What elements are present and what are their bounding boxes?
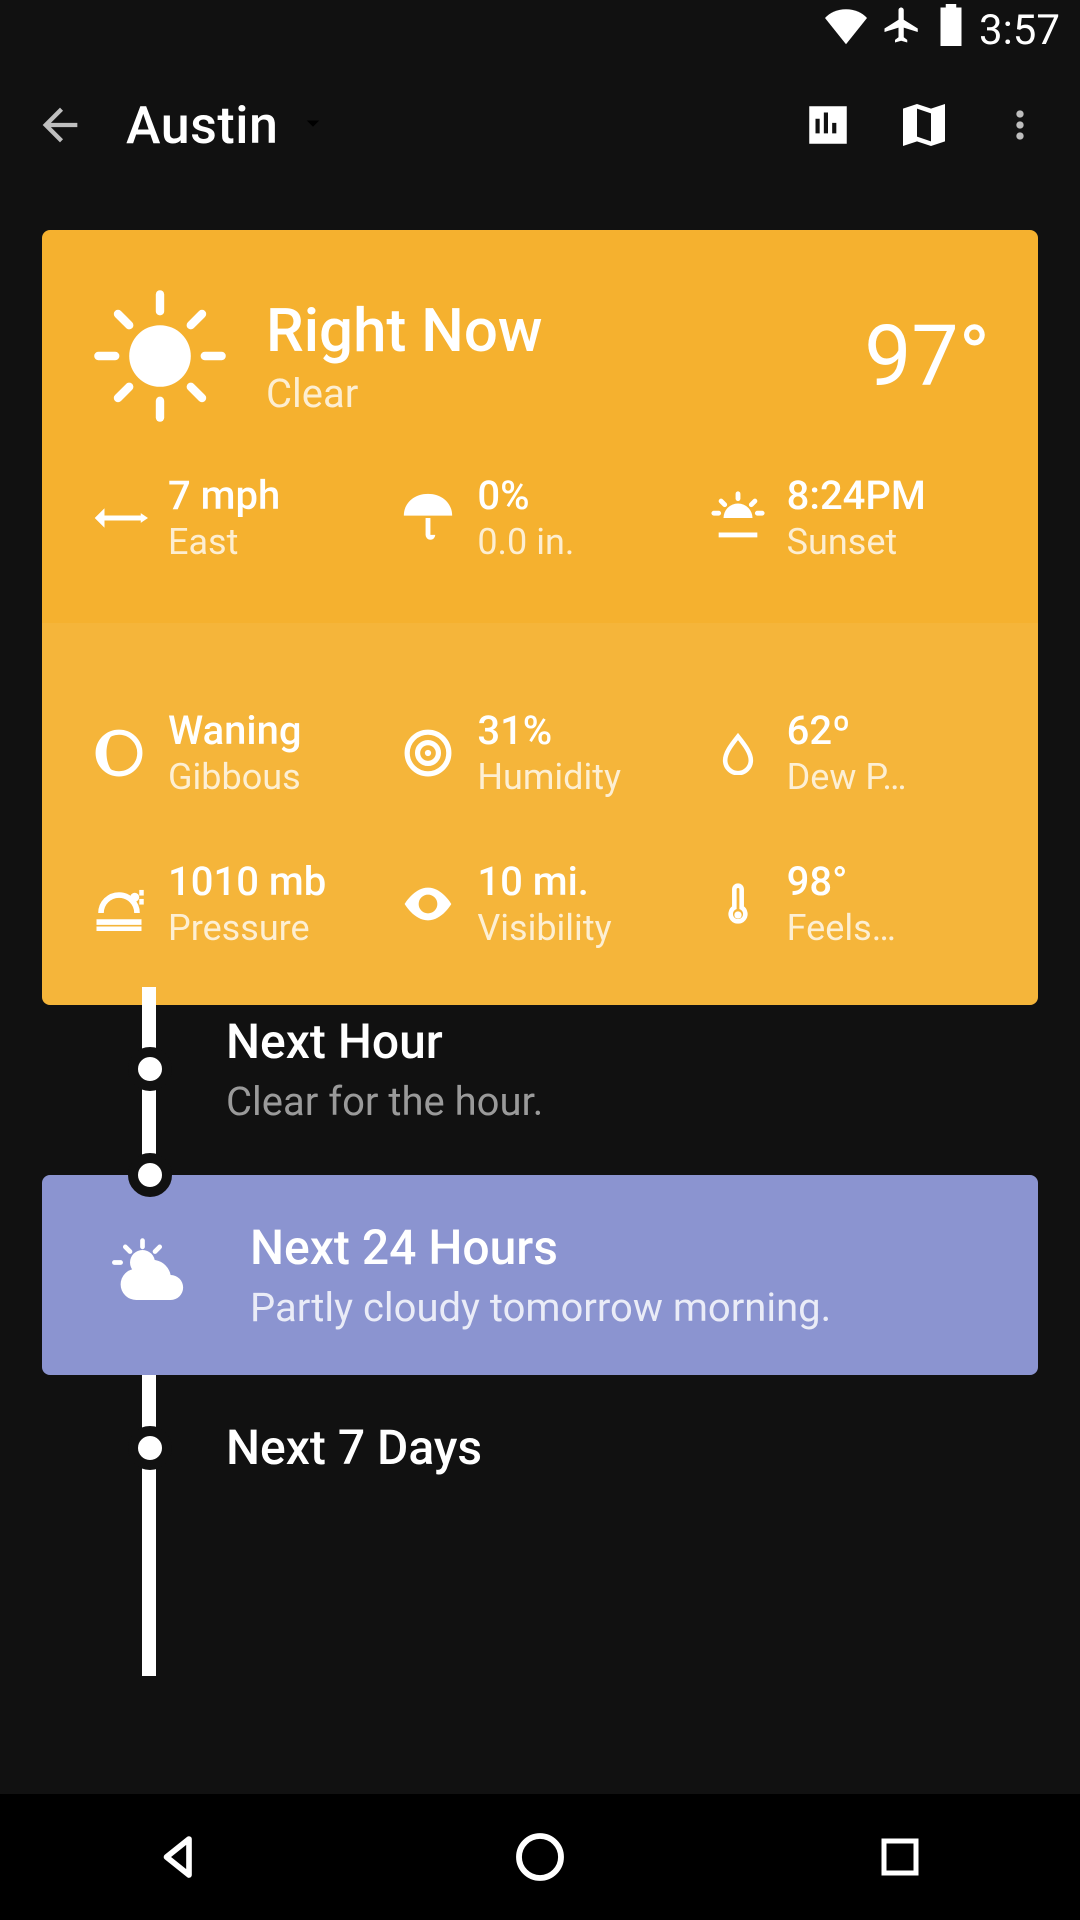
battery-icon bbox=[937, 4, 965, 57]
chart-button[interactable] bbox=[798, 95, 858, 155]
sunset-metric: 8:24PM Sunset bbox=[709, 472, 990, 563]
feelslike-metric: 98° Feels… bbox=[709, 858, 990, 949]
sunset-icon bbox=[709, 489, 767, 547]
next-24-hours-card[interactable]: Next 24 Hours Partly cloudy tomorrow mor… bbox=[42, 1175, 1038, 1375]
droplet-icon bbox=[709, 724, 767, 782]
thermometer-icon bbox=[709, 875, 767, 933]
next-7-days-title: Next 7 Days bbox=[226, 1419, 482, 1476]
overflow-button[interactable] bbox=[990, 95, 1050, 155]
wind-arrow-icon bbox=[90, 489, 148, 547]
nav-home-button[interactable] bbox=[480, 1807, 600, 1907]
timeline-bullet bbox=[128, 1153, 172, 1197]
back-button[interactable] bbox=[30, 95, 90, 155]
visibility-value: 10 mi. bbox=[477, 858, 611, 905]
feelslike-label: Feels… bbox=[787, 907, 896, 949]
sunset-value: 8:24PM bbox=[787, 472, 926, 519]
humidity-metric: 31% Humidity bbox=[399, 707, 680, 798]
status-bar-time: 3:57 bbox=[979, 6, 1060, 55]
next-7-days-item[interactable]: Next 7 Days bbox=[42, 1375, 1038, 1676]
humidity-icon bbox=[399, 724, 457, 782]
wifi-icon bbox=[825, 4, 867, 57]
now-condition: Clear bbox=[266, 370, 828, 417]
wind-value: 7 mph bbox=[168, 472, 280, 519]
precip-metric: 0% 0.0 in. bbox=[399, 472, 680, 563]
umbrella-icon bbox=[399, 489, 457, 547]
status-bar: 3:57 bbox=[0, 0, 1080, 60]
sunset-label: Sunset bbox=[787, 521, 926, 563]
current-conditions-card[interactable]: Right Now Clear 97° 7 mph East bbox=[42, 230, 1038, 1005]
pressure-label: Pressure bbox=[168, 907, 326, 949]
location-dropdown[interactable]: Austin bbox=[126, 95, 762, 156]
dewpoint-metric: 62º Dew P… bbox=[709, 707, 990, 798]
sun-icon bbox=[90, 286, 230, 426]
precip-label: 0.0 in. bbox=[477, 521, 574, 563]
humidity-value: 31% bbox=[477, 707, 621, 754]
forecast-timeline: Next Hour Clear for the hour. bbox=[42, 969, 1038, 1676]
chevron-down-icon bbox=[298, 108, 328, 142]
next-hour-subtitle: Clear for the hour. bbox=[226, 1078, 543, 1125]
timeline-bullet bbox=[128, 1047, 172, 1091]
system-navigation-bar bbox=[0, 1794, 1080, 1920]
next-24-subtitle: Partly cloudy tomorrow morning. bbox=[250, 1284, 831, 1331]
gauge-icon bbox=[90, 875, 148, 933]
nav-back-button[interactable] bbox=[120, 1807, 240, 1907]
map-button[interactable] bbox=[894, 95, 954, 155]
next-hour-item[interactable]: Next Hour Clear for the hour. bbox=[42, 969, 1038, 1169]
pressure-metric: 1010 mb Pressure bbox=[90, 858, 371, 949]
wind-label: East bbox=[168, 521, 280, 563]
visibility-metric: 10 mi. Visibility bbox=[399, 858, 680, 949]
humidity-label: Humidity bbox=[477, 756, 621, 798]
airplane-mode-icon bbox=[881, 4, 923, 57]
dewpoint-value: 62º bbox=[787, 707, 907, 754]
next-24-title: Next 24 Hours bbox=[250, 1219, 831, 1276]
wind-metric: 7 mph East bbox=[90, 472, 371, 563]
pressure-value: 1010 mb bbox=[168, 858, 326, 905]
moon-phase-icon bbox=[90, 724, 148, 782]
app-bar: Austin bbox=[0, 60, 1080, 190]
moon-value: Waning bbox=[168, 707, 302, 754]
now-temperature: 97° bbox=[864, 307, 990, 406]
moon-metric: Waning Gibbous bbox=[90, 707, 371, 798]
next-hour-title: Next Hour bbox=[226, 1013, 543, 1070]
visibility-label: Visibility bbox=[477, 907, 611, 949]
dewpoint-label: Dew P… bbox=[787, 756, 907, 798]
nav-recent-button[interactable] bbox=[840, 1807, 960, 1907]
partly-cloudy-icon bbox=[100, 1235, 210, 1315]
feelslike-value: 98° bbox=[787, 858, 896, 905]
now-title: Right Now bbox=[266, 295, 828, 366]
moon-label: Gibbous bbox=[168, 756, 302, 798]
timeline-bullet bbox=[128, 1426, 172, 1470]
eye-icon bbox=[399, 875, 457, 933]
location-title: Austin bbox=[126, 95, 278, 156]
precip-value: 0% bbox=[477, 472, 574, 519]
